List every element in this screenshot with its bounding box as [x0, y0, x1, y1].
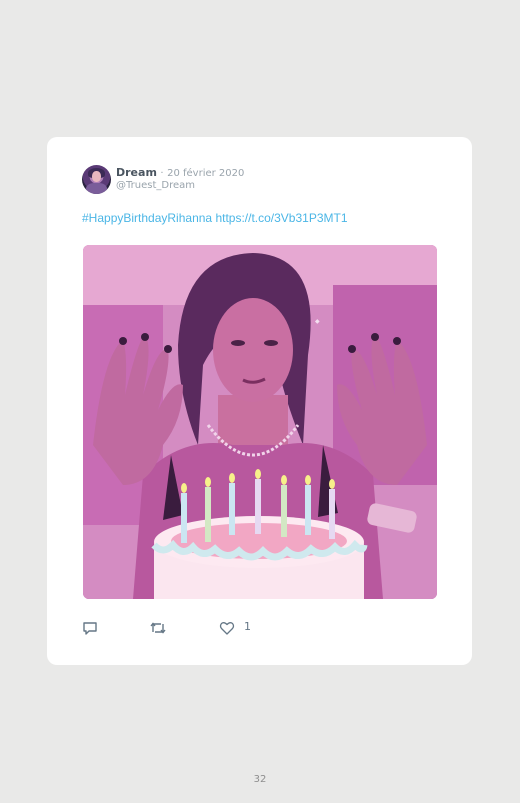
like-button[interactable]: 1 — [219, 619, 251, 637]
page-number: 32 — [253, 774, 267, 785]
retweet-button[interactable] — [149, 619, 167, 637]
avatar[interactable] — [82, 165, 111, 194]
tweet-actions: 1 — [82, 619, 442, 639]
reply-button[interactable] — [82, 619, 98, 637]
hashtag-link[interactable]: #HappyBirthdayRihanna — [82, 211, 212, 225]
url-link[interactable]: https://t.co/3Vb31P3MT1 — [215, 211, 347, 225]
tweet-card: Dream · 20 février 2020 @Truest_Dream #H… — [47, 137, 472, 665]
tweet-media[interactable]: ◆ — [83, 245, 437, 599]
tweet-text: #HappyBirthdayRihanna https://t.co/3Vb31… — [82, 211, 348, 225]
author-line: Dream · 20 février 2020 — [116, 166, 244, 179]
svg-text:◆: ◆ — [315, 318, 320, 325]
reply-icon — [82, 620, 98, 636]
author-name[interactable]: Dream — [116, 166, 157, 179]
tweet-date[interactable]: 20 février 2020 — [167, 168, 244, 179]
separator: · — [160, 168, 164, 179]
heart-icon — [219, 620, 235, 636]
like-count: 1 — [244, 619, 251, 633]
retweet-icon — [149, 620, 167, 636]
author-handle[interactable]: @Truest_Dream — [116, 180, 195, 191]
